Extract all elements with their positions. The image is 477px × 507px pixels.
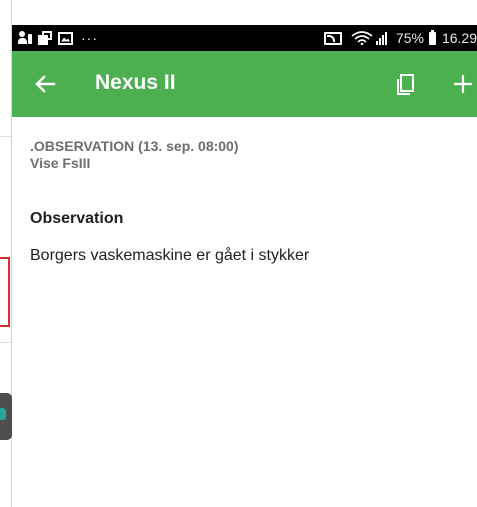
divider-line xyxy=(0,342,12,343)
side-handle[interactable] xyxy=(0,393,12,440)
observation-meta: .OBSERVATION (13. sep. 08:00) Vise FsIII xyxy=(30,138,239,172)
clock: 16.29 xyxy=(441,30,477,46)
copy-icon[interactable] xyxy=(392,69,422,99)
wifi-icon xyxy=(351,31,373,45)
observation-type-date: .OBSERVATION (13. sep. 08:00) xyxy=(30,138,239,154)
observation-author: Vise FsIII xyxy=(30,155,91,171)
divider-line xyxy=(0,136,12,137)
observation-text: Borgers vaskemaskine er gået i stykker xyxy=(30,247,310,264)
user-icon xyxy=(18,31,33,45)
image-icon xyxy=(58,31,73,45)
battery-icon xyxy=(428,29,436,45)
app-bar: Nexus II xyxy=(12,51,477,117)
more-notifications-indicator: ··· xyxy=(81,30,98,46)
signal-icon xyxy=(375,31,390,45)
arrow-left-icon[interactable] xyxy=(30,69,60,99)
page-title: Nexus II xyxy=(95,71,176,94)
section-heading: Observation xyxy=(30,210,124,227)
copy-icon xyxy=(38,31,53,45)
battery-percent: 75% xyxy=(395,30,424,46)
status-bar: ··· 75% 16.29 xyxy=(12,25,477,51)
background-page-edge xyxy=(0,0,12,507)
highlighted-item-edge xyxy=(0,257,10,327)
plus-icon[interactable] xyxy=(448,69,477,99)
status-left-icons: ··· xyxy=(18,28,98,48)
status-right-icons: 75% 16.29 xyxy=(323,28,477,48)
cast-icon xyxy=(323,31,342,45)
